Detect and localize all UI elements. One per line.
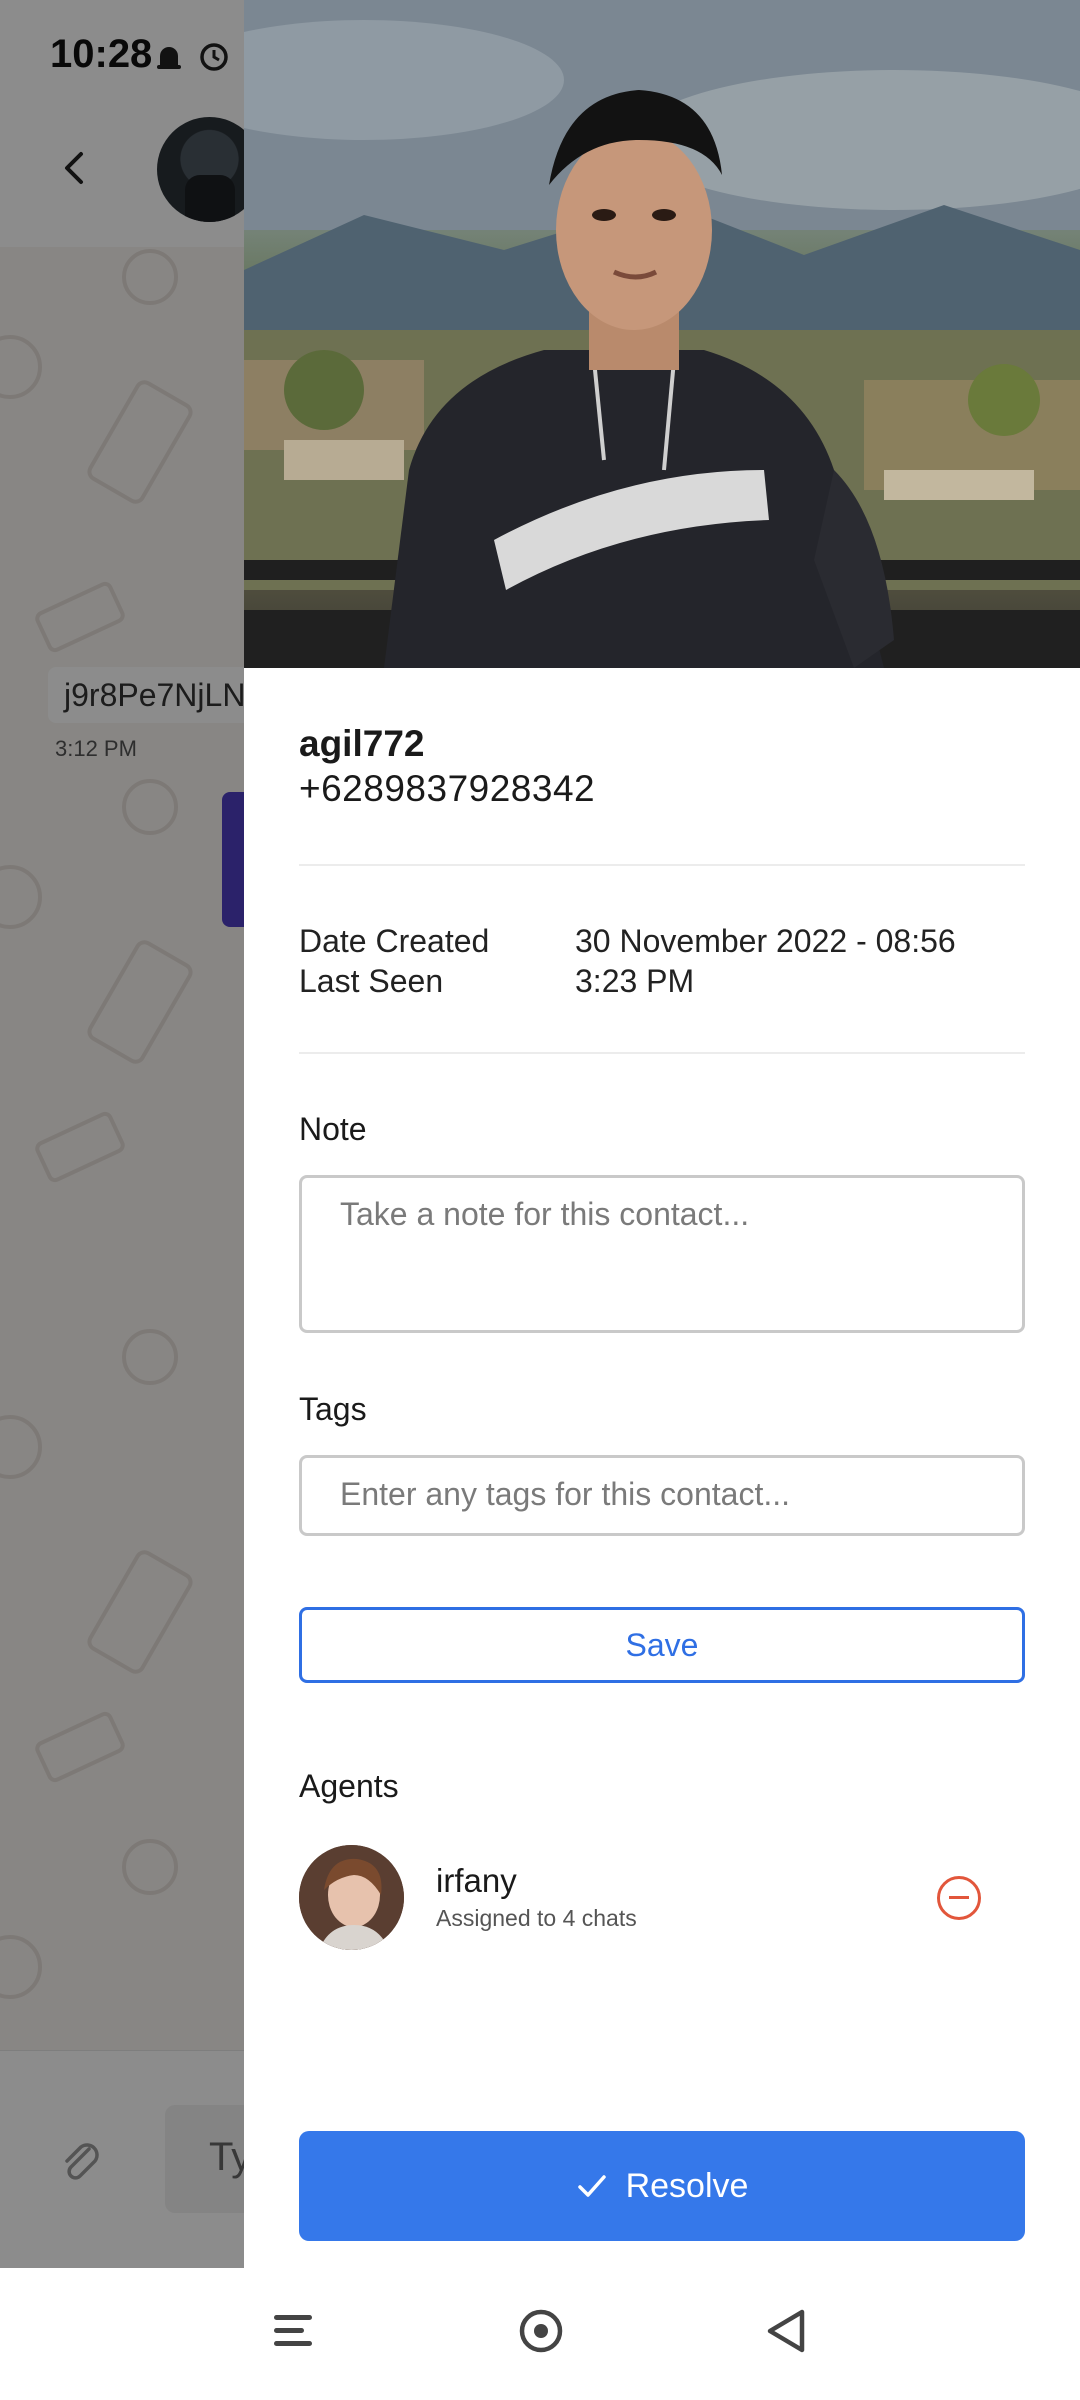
resolve-label: Resolve xyxy=(625,2166,749,2205)
contact-profile-photo xyxy=(244,0,1080,668)
agent-avatar xyxy=(299,1845,404,1950)
resolve-button[interactable]: Resolve xyxy=(299,2131,1025,2241)
contact-name: agil772 xyxy=(299,723,425,764)
check-icon xyxy=(577,2175,606,2197)
date-created-label: Date Created xyxy=(299,923,490,959)
note-textarea[interactable]: Take a note for this contact... xyxy=(299,1175,1025,1333)
tags-input[interactable]: Enter any tags for this contact... xyxy=(299,1455,1025,1536)
last-seen-label: Last Seen xyxy=(299,963,444,999)
home-icon[interactable] xyxy=(518,2308,564,2354)
contact-detail-drawer: agil772 +6289837928342 Date Created 30 N… xyxy=(244,0,1080,2268)
date-created-value: 30 November 2022 - 08:56 xyxy=(575,923,956,959)
agent-assignment-count: Assigned to 4 chats xyxy=(436,1905,637,1931)
agent-name: irfany xyxy=(436,1862,517,1899)
profile-photo-illustration xyxy=(244,0,1080,668)
tags-label: Tags xyxy=(299,1391,367,1427)
last-seen-value: 3:23 PM xyxy=(575,963,695,999)
contact-phone: +6289837928342 xyxy=(299,768,596,809)
remove-agent-icon[interactable] xyxy=(937,1876,981,1920)
note-label: Note xyxy=(299,1111,367,1147)
divider xyxy=(299,864,1025,866)
back-triangle-icon[interactable] xyxy=(764,2308,808,2354)
save-button[interactable]: Save xyxy=(299,1607,1025,1683)
agents-label: Agents xyxy=(299,1768,399,1804)
divider xyxy=(299,1052,1025,1054)
agent-avatar-illustration xyxy=(299,1845,404,1950)
recent-apps-icon[interactable] xyxy=(272,2312,316,2350)
